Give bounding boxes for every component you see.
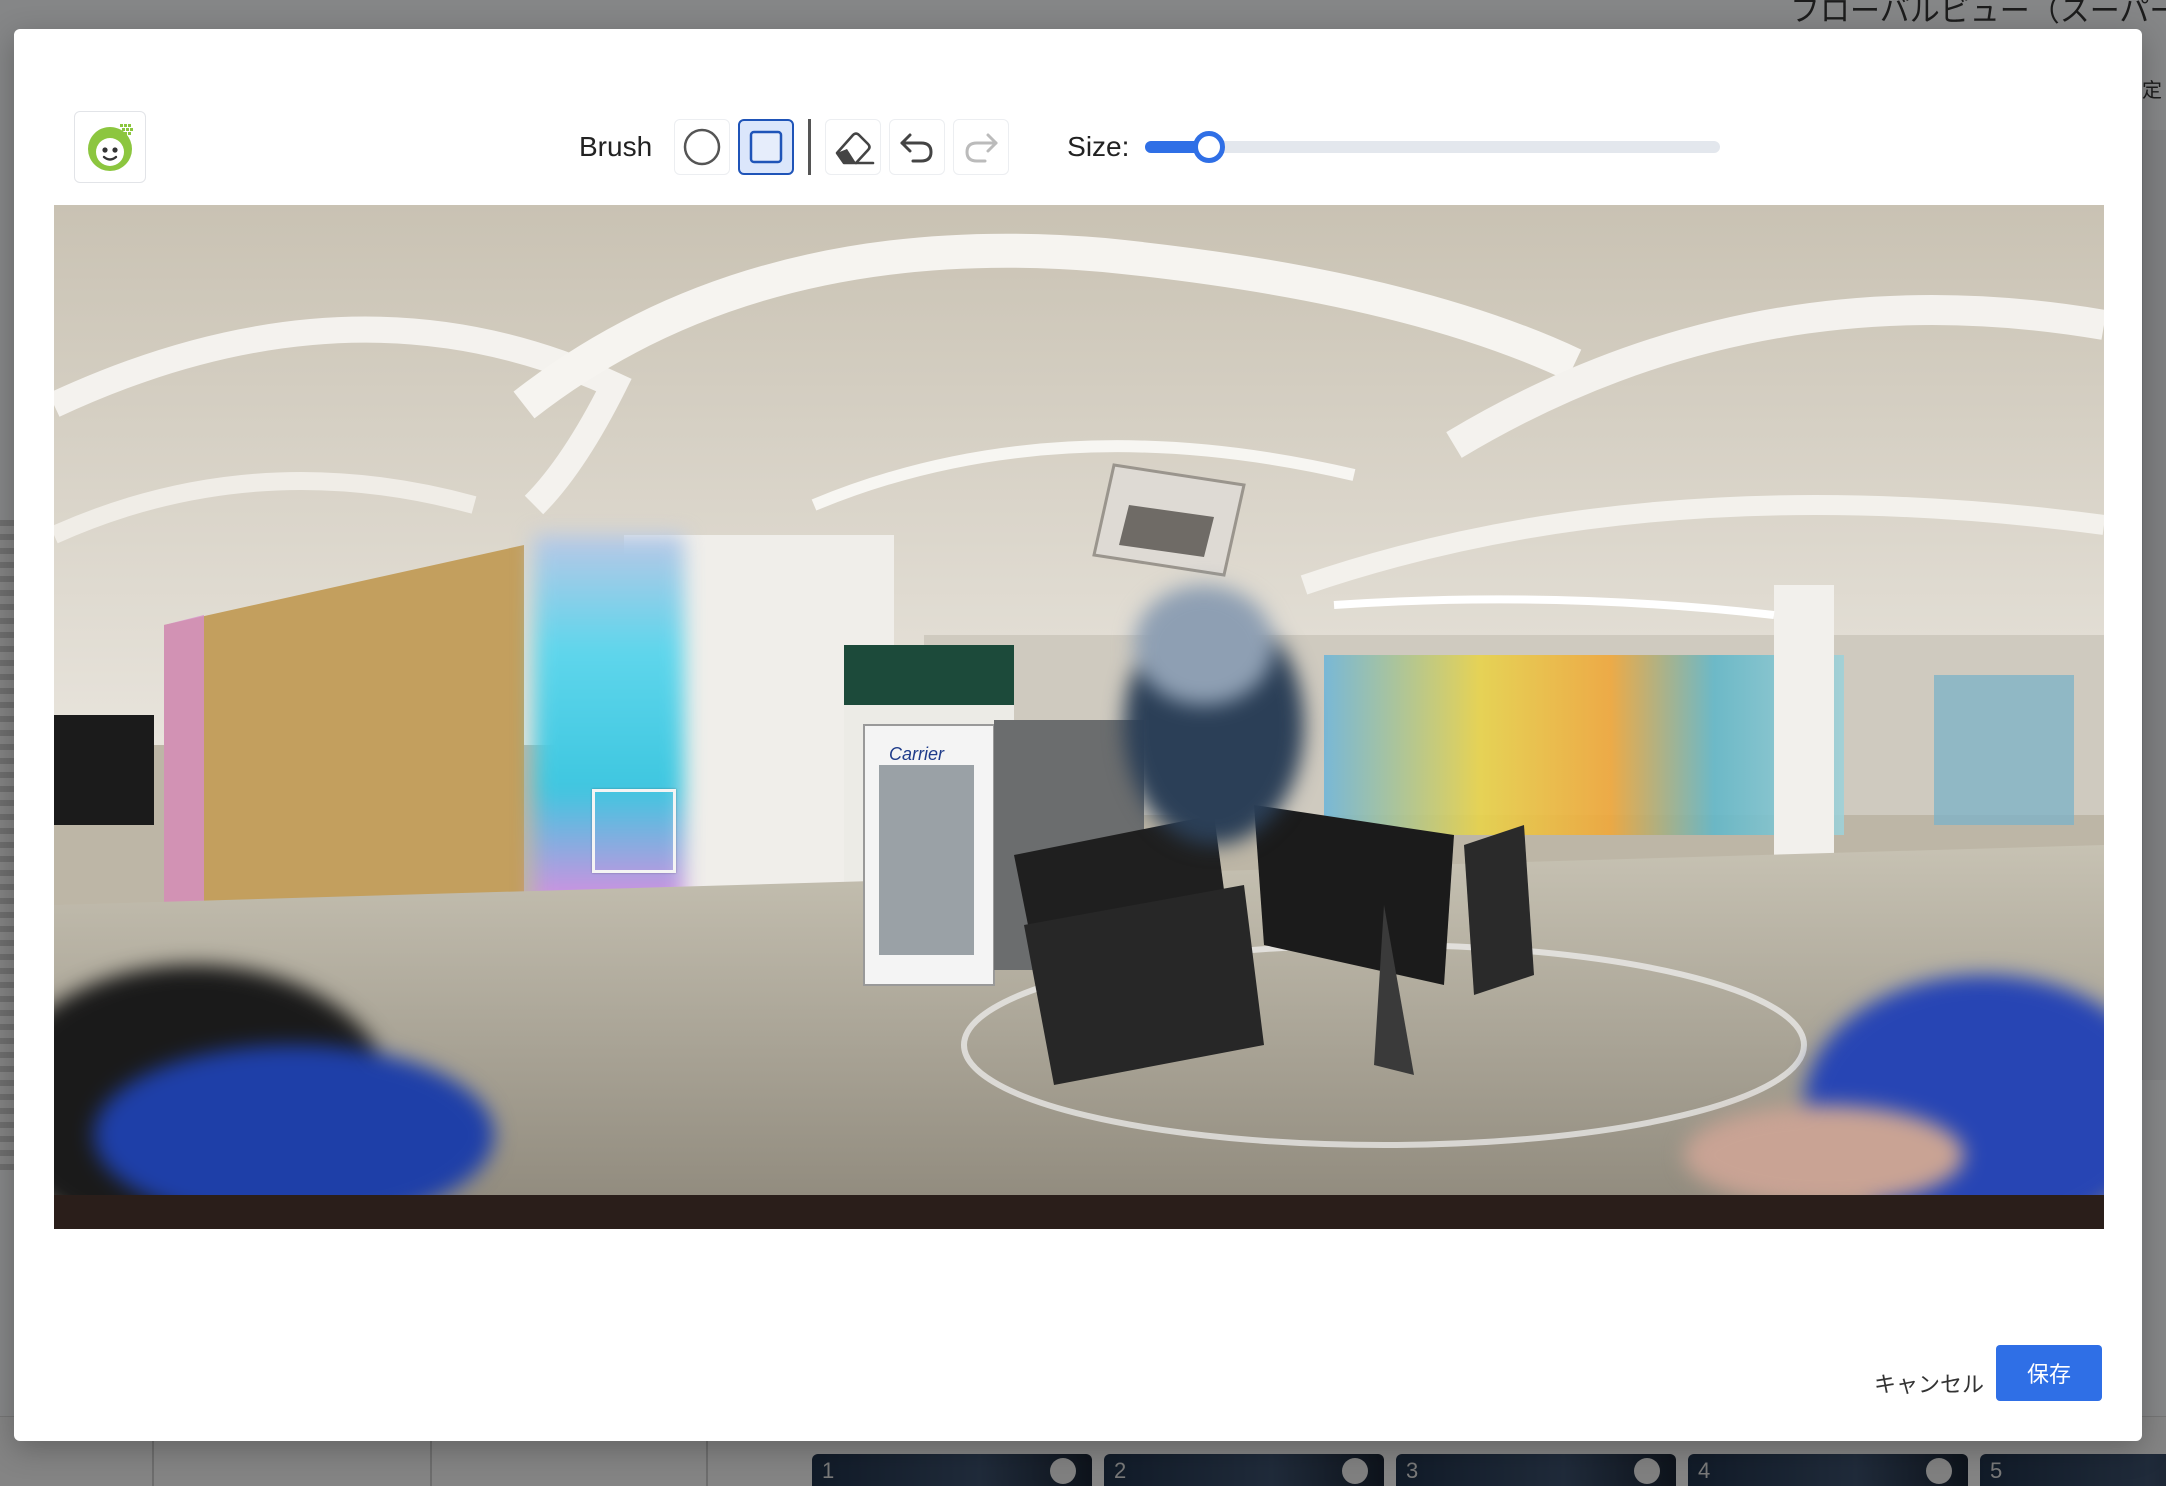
circle-brush-button[interactable] <box>674 119 731 175</box>
square-icon <box>749 130 783 164</box>
brush-label: Brush <box>579 131 653 162</box>
toolbar-divider <box>808 119 812 175</box>
undo-button[interactable] <box>889 119 946 175</box>
face-logo-icon <box>88 124 133 171</box>
size-slider[interactable] <box>1145 131 1721 163</box>
brush-cursor <box>592 789 676 873</box>
redo-button[interactable] <box>953 119 1010 175</box>
save-button[interactable]: 保存 <box>1996 1345 2102 1401</box>
cancel-button[interactable]: キャンセル <box>1864 1355 1994 1411</box>
app-logo <box>74 111 146 183</box>
slider-thumb[interactable] <box>1192 131 1225 163</box>
square-brush-button[interactable] <box>738 119 795 175</box>
panorama-image: Carrier <box>54 205 2104 1229</box>
blur-editor-modal: Brush Size: Carrier キャンセル 保存 <box>14 29 2142 1441</box>
panorama-canvas[interactable]: Carrier <box>54 205 2104 1229</box>
eraser-icon <box>835 132 875 165</box>
circle-icon <box>683 128 721 166</box>
redo-icon <box>965 133 998 163</box>
svg-text:Carrier: Carrier <box>889 744 945 764</box>
size-label: Size: <box>1067 131 1130 162</box>
eraser-button[interactable] <box>825 119 882 175</box>
undo-icon <box>900 133 933 163</box>
brush-toolbar: Brush Size: <box>579 117 1721 177</box>
